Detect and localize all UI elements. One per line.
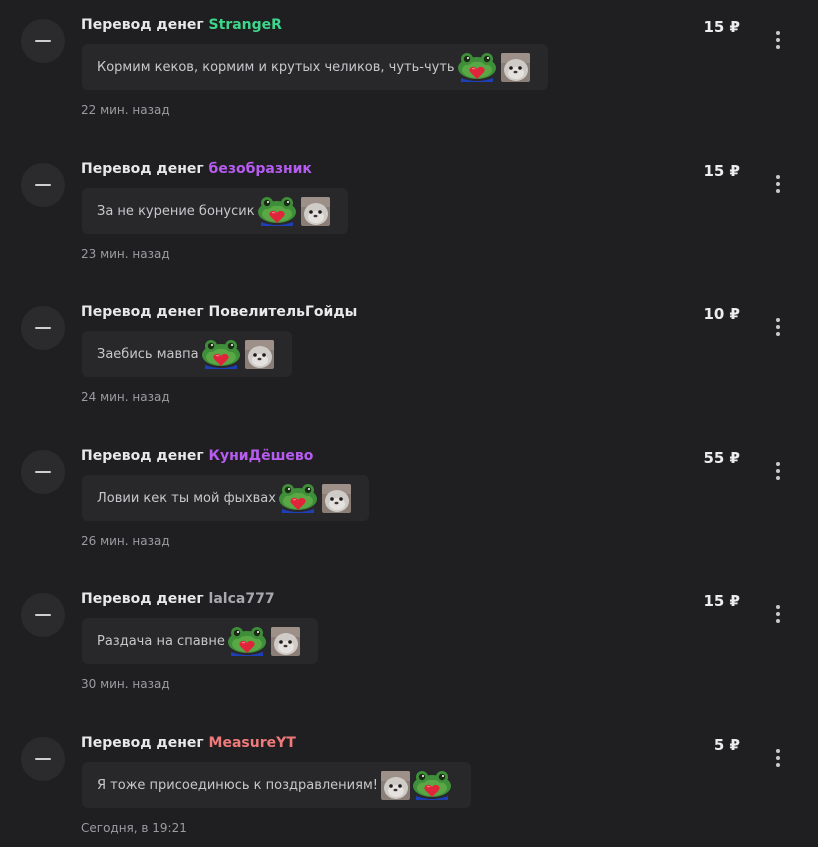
minus-icon[interactable] xyxy=(21,163,65,207)
minus-icon[interactable] xyxy=(21,593,65,637)
frog-heart-emote xyxy=(256,195,298,227)
more-vertical-icon[interactable] xyxy=(770,29,786,51)
message-bubble: Я тоже присоединюсь к поздравлениям! xyxy=(82,762,471,808)
donation-message: Я тоже присоединюсь к поздравлениям! xyxy=(97,777,378,793)
message-bubble: Раздача на спавне xyxy=(82,618,318,664)
donation-timestamp: Сегодня, в 19:21 xyxy=(81,821,187,835)
donation-item: Перевод денег MeasureYT 5 ₽ Я тоже присо… xyxy=(0,718,818,847)
seal-emote xyxy=(322,484,351,513)
message-bubble: Заебись мавпа xyxy=(82,331,292,377)
message-bubble: За не курение бонусик xyxy=(82,188,348,234)
donation-timestamp: 24 мин. назад xyxy=(81,390,170,404)
minus-icon[interactable] xyxy=(21,450,65,494)
frog-heart-emote xyxy=(226,625,268,657)
donation-item: Перевод денег lalca777 15 ₽ Раздача на с… xyxy=(0,574,818,704)
more-vertical-icon[interactable] xyxy=(770,316,786,338)
minus-icon[interactable] xyxy=(21,737,65,781)
minus-icon[interactable] xyxy=(21,19,65,63)
donation-message: Раздача на спавне xyxy=(97,633,225,649)
donation-timestamp: 26 мин. назад xyxy=(81,534,170,548)
donation-amount: 15 ₽ xyxy=(703,162,740,180)
donation-title: Перевод денег КуниДёшево xyxy=(81,448,313,464)
donor-username[interactable]: ПовелительГойды xyxy=(209,304,358,320)
donation-feed: Перевод денег StrangeR 15 ₽ Кормим кеков… xyxy=(0,0,818,847)
donation-title: Перевод денег MeasureYT xyxy=(81,735,296,751)
donor-username[interactable]: StrangeR xyxy=(209,17,282,33)
frog-heart-emote xyxy=(277,482,319,514)
donation-message: Кормим кеков, кормим и крутых челиков, ч… xyxy=(97,59,455,75)
seal-emote xyxy=(245,340,274,369)
more-vertical-icon[interactable] xyxy=(770,603,786,625)
donation-title: Перевод денег lalca777 xyxy=(81,591,275,607)
donation-message: Заебись мавпа xyxy=(97,346,199,362)
donation-timestamp: 30 мин. назад xyxy=(81,677,170,691)
seal-emote xyxy=(501,53,530,82)
donation-type: Перевод денег xyxy=(81,17,204,33)
donation-message: Ловии кек ты мой фыхвах xyxy=(97,490,276,506)
message-bubble: Ловии кек ты мой фыхвах xyxy=(82,475,369,521)
seal-emote xyxy=(301,197,330,226)
donation-amount: 15 ₽ xyxy=(703,18,740,36)
donation-timestamp: 23 мин. назад xyxy=(81,247,170,261)
donation-title: Перевод денег ПовелительГойды xyxy=(81,304,357,320)
donation-type: Перевод денег xyxy=(81,591,204,607)
frog-heart-emote xyxy=(456,51,498,83)
minus-icon[interactable] xyxy=(21,306,65,350)
donation-message: За не курение бонусик xyxy=(97,203,255,219)
donation-amount: 15 ₽ xyxy=(703,592,740,610)
donation-amount: 5 ₽ xyxy=(713,736,740,754)
donation-item: Перевод денег КуниДёшево 55 ₽ Ловии кек … xyxy=(0,431,818,561)
donor-username[interactable]: MeasureYT xyxy=(209,735,296,751)
more-vertical-icon[interactable] xyxy=(770,747,786,769)
donation-item: Перевод денег StrangeR 15 ₽ Кормим кеков… xyxy=(0,0,818,130)
donor-username[interactable]: lalca777 xyxy=(209,591,275,607)
more-vertical-icon[interactable] xyxy=(770,173,786,195)
frog-heart-emote xyxy=(411,769,453,801)
message-bubble: Кормим кеков, кормим и крутых челиков, ч… xyxy=(82,44,548,90)
donation-title: Перевод денег безобразник xyxy=(81,161,312,177)
donation-type: Перевод денег xyxy=(81,304,204,320)
more-vertical-icon[interactable] xyxy=(770,460,786,482)
seal-emote xyxy=(271,627,300,656)
donation-amount: 10 ₽ xyxy=(703,305,740,323)
donation-type: Перевод денег xyxy=(81,161,204,177)
frog-heart-emote xyxy=(200,338,242,370)
donation-item: Перевод денег ПовелительГойды 10 ₽ Заеби… xyxy=(0,287,818,417)
donor-username[interactable]: безобразник xyxy=(209,161,312,177)
donation-type: Перевод денег xyxy=(81,735,204,751)
seal-emote xyxy=(381,771,410,800)
donation-amount: 55 ₽ xyxy=(703,449,740,467)
donation-item: Перевод денег безобразник 15 ₽ За не кур… xyxy=(0,144,818,274)
donation-title: Перевод денег StrangeR xyxy=(81,17,282,33)
donation-timestamp: 22 мин. назад xyxy=(81,103,170,117)
donation-type: Перевод денег xyxy=(81,448,204,464)
donor-username[interactable]: КуниДёшево xyxy=(209,448,314,464)
